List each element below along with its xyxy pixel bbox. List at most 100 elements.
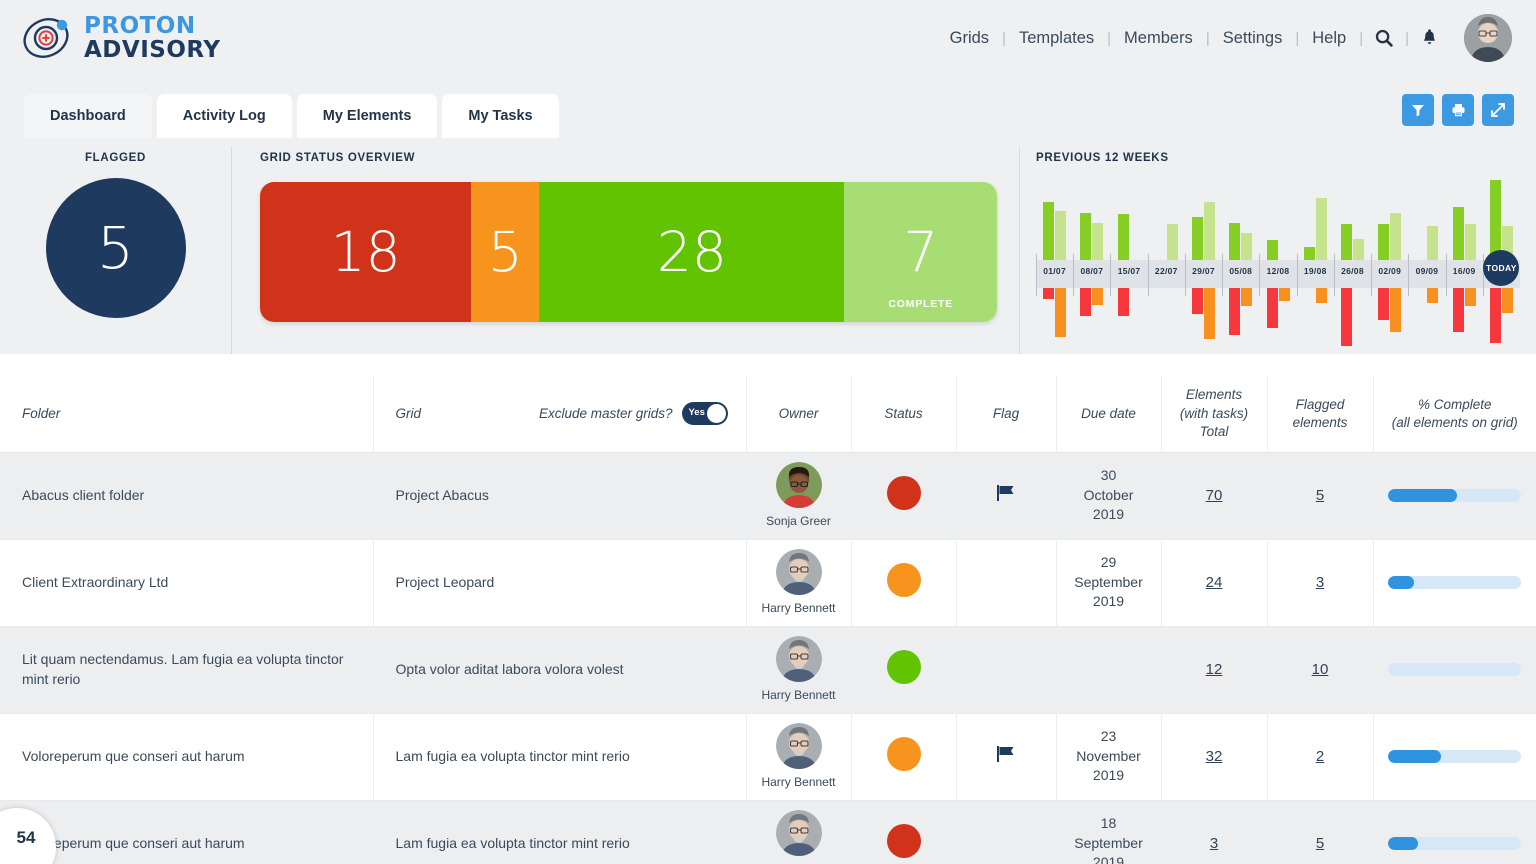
cell-elements-total[interactable]: 24 xyxy=(1161,539,1268,627)
column-header-elements[interactable]: Elements (with tasks) Total xyxy=(1161,376,1268,453)
grid-status-segment-2[interactable]: 28 xyxy=(539,182,845,322)
cell-percent-complete[interactable] xyxy=(1373,539,1536,627)
chart-week-today[interactable]: TODAY xyxy=(1482,178,1520,343)
cell-elements-total[interactable]: 3 xyxy=(1161,800,1268,864)
column-header-flagged-elements[interactable]: Flagged elements xyxy=(1267,376,1374,453)
nav-link-members[interactable]: Members xyxy=(1111,29,1206,48)
table-row[interactable]: Voloreperum que conseri aut harum Lam fug… xyxy=(0,800,1536,864)
grid-status-segment-1[interactable]: 5 xyxy=(471,182,540,322)
brand-logo[interactable]: PROTON ADVISORY xyxy=(20,11,220,65)
chart-up-bars xyxy=(1222,180,1259,260)
chart-week-05-08[interactable]: 05/08 xyxy=(1222,178,1259,336)
cell-folder[interactable]: Voloreperum que conseri aut harum xyxy=(0,713,374,801)
cell-folder[interactable]: Voloreperum que conseri aut harum xyxy=(0,800,374,864)
table-row[interactable]: Client Extraordinary Ltd Project Leopard H… xyxy=(0,539,1536,627)
tab-activity-log[interactable]: Activity Log xyxy=(156,94,292,138)
print-button[interactable] xyxy=(1442,94,1474,126)
column-header-flag[interactable]: Flag xyxy=(956,376,1057,453)
chart-week-label: 01/07 xyxy=(1043,266,1066,276)
cell-grid[interactable]: Project Leopard xyxy=(373,539,747,627)
table-row[interactable]: Lit quam nectendamus. Lam fugia ea volup… xyxy=(0,626,1536,714)
nav-link-help[interactable]: Help xyxy=(1299,29,1359,48)
cell-folder[interactable]: Abacus client folder xyxy=(0,452,374,540)
cell-folder[interactable]: Client Extraordinary Ltd xyxy=(0,539,374,627)
chart-week-15-07[interactable]: 15/07 xyxy=(1110,178,1147,328)
table-row[interactable]: Voloreperum que conseri aut harum Lam fug… xyxy=(0,713,1536,801)
tab-dashboard[interactable]: Dashboard xyxy=(24,94,152,138)
chart-week-22-07[interactable]: 22/07 xyxy=(1147,178,1185,328)
column-header-owner[interactable]: Owner xyxy=(746,376,852,453)
cell-grid[interactable]: Project Abacus xyxy=(373,452,747,540)
grid-status-segment-3[interactable]: 7 COMPLETE xyxy=(844,182,997,322)
cell-elements-total[interactable]: 32 xyxy=(1161,713,1268,801)
cell-grid[interactable]: Lam fugia ea volupta tinctor mint rerio xyxy=(373,713,747,801)
cell-owner[interactable]: Harry Bennett xyxy=(746,713,852,801)
chart-week-label: 08/07 xyxy=(1080,266,1104,276)
chart-week-01-07[interactable]: 01/07 xyxy=(1036,178,1073,337)
tab-my-tasks[interactable]: My Tasks xyxy=(442,94,559,138)
cell-flag[interactable] xyxy=(956,452,1057,540)
cell-percent-complete[interactable] xyxy=(1373,626,1536,714)
cell-status[interactable] xyxy=(851,452,957,540)
expand-button[interactable] xyxy=(1482,94,1514,126)
cell-percent-complete[interactable] xyxy=(1373,713,1536,801)
chart-down-bars xyxy=(1222,288,1259,346)
cell-grid[interactable]: Lam fugia ea volupta tinctor mint rerio xyxy=(373,800,747,864)
cell-owner[interactable]: Harry Bennett xyxy=(746,626,852,714)
cell-owner[interactable]: Harry Bennett xyxy=(746,800,852,864)
nav-link-settings[interactable]: Settings xyxy=(1210,29,1296,48)
cell-folder[interactable]: Lit quam nectendamus. Lam fugia ea volup… xyxy=(0,626,374,714)
cell-flagged-elements[interactable]: 10 xyxy=(1267,626,1374,714)
chart-today-marker[interactable]: TODAY xyxy=(1483,250,1520,286)
cell-flag[interactable] xyxy=(956,713,1057,801)
chart-bar-down-dark xyxy=(1452,288,1464,333)
tab-label: Dashboard xyxy=(50,108,126,124)
table-row[interactable]: Abacus client folder Project Abacus Sonja … xyxy=(0,452,1536,540)
column-header-grid-label[interactable]: Grid xyxy=(374,405,422,423)
cell-flag[interactable] xyxy=(956,626,1057,714)
cell-flag[interactable] xyxy=(956,800,1057,864)
flagged-count-circle[interactable]: 5 xyxy=(45,178,186,318)
cell-flagged-elements[interactable]: 2 xyxy=(1267,713,1374,801)
column-header-due-date[interactable]: Due date xyxy=(1056,376,1162,453)
chart-week-29-07[interactable]: 29/07 xyxy=(1184,178,1222,339)
chart-up-bars xyxy=(1259,180,1296,260)
cell-elements-total[interactable]: 70 xyxy=(1161,452,1268,540)
nav-link-grids[interactable]: Grids xyxy=(937,29,1002,48)
cell-status[interactable] xyxy=(851,800,957,864)
cell-elements-total[interactable]: 12 xyxy=(1161,626,1268,714)
column-header-percent-complete[interactable]: % Complete (all elements on grid) xyxy=(1373,376,1536,453)
chart-down-bars xyxy=(1371,288,1408,346)
chart-week-16-09[interactable]: 16/09 xyxy=(1445,178,1483,333)
cell-flagged-elements[interactable]: 5 xyxy=(1267,800,1374,864)
chart-up-bars xyxy=(1371,180,1408,260)
filter-button[interactable] xyxy=(1402,94,1434,126)
cell-status[interactable] xyxy=(851,713,957,801)
chart-week-19-08[interactable]: 19/08 xyxy=(1296,178,1334,328)
cell-status[interactable] xyxy=(851,539,957,627)
chart-week-12-08[interactable]: 12/08 xyxy=(1259,178,1296,329)
chart-week-08-07[interactable]: 08/07 xyxy=(1073,178,1110,328)
chart-columns: 01/07 08/07 15/07 22/07 29/07 05/08 12/08 19/08… xyxy=(1036,178,1520,346)
cell-percent-complete[interactable] xyxy=(1373,800,1536,864)
cell-owner[interactable]: Harry Bennett xyxy=(746,539,852,627)
cell-flagged-elements[interactable]: 3 xyxy=(1267,539,1374,627)
cell-owner[interactable]: Sonja Greer xyxy=(746,452,852,540)
nav-link-templates[interactable]: Templates xyxy=(1006,29,1107,48)
exclude-master-grids-toggle[interactable]: Yes xyxy=(681,402,728,426)
column-header-folder[interactable]: Folder xyxy=(0,376,374,453)
chart-week-26-08[interactable]: 26/08 xyxy=(1333,178,1371,346)
search-icon[interactable] xyxy=(1363,29,1405,47)
cell-grid[interactable]: Opta volor aditat labora volora volest xyxy=(373,626,747,714)
cell-status[interactable] xyxy=(851,626,957,714)
cell-percent-complete[interactable] xyxy=(1373,452,1536,540)
tab-my-elements[interactable]: My Elements xyxy=(296,94,438,138)
chart-week-09-09[interactable]: 09/09 xyxy=(1408,178,1445,328)
column-header-status[interactable]: Status xyxy=(851,376,957,453)
user-avatar[interactable] xyxy=(1464,14,1512,62)
grid-status-segment-0[interactable]: 18 xyxy=(260,182,472,322)
cell-flag[interactable] xyxy=(956,539,1057,627)
notification-bell-icon[interactable] xyxy=(1409,29,1450,47)
cell-flagged-elements[interactable]: 5 xyxy=(1267,452,1374,540)
chart-week-02-09[interactable]: 02/09 xyxy=(1371,178,1408,333)
